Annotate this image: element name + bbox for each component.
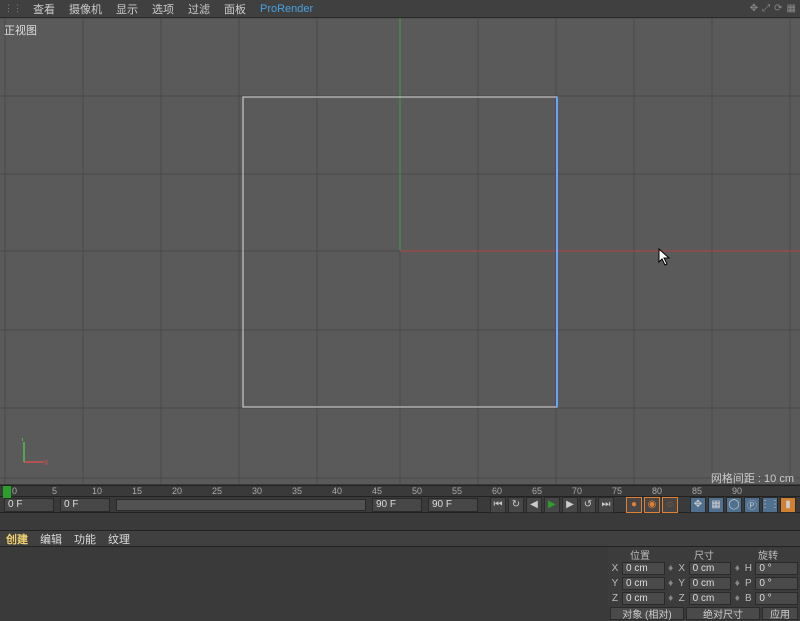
viewport[interactable] bbox=[0, 18, 800, 484]
timeline-track-row: 0 F 0 F 90 F 90 F ⏮ ↻ ◀ ▶ ▶ ↺ ⏭ ● ◉ ◌ ✥ … bbox=[0, 497, 800, 513]
object-manager-toolbar: 创建 编辑 功能 纹理 bbox=[0, 530, 800, 547]
menu-display[interactable]: 显示 bbox=[109, 1, 145, 17]
tick: 50 bbox=[412, 486, 422, 496]
rot-h-field[interactable]: 0 ° bbox=[755, 562, 798, 575]
mode-dropdown-1[interactable]: 对象 (相对) bbox=[610, 607, 684, 620]
mode-dropdown-2[interactable]: 绝对尺寸 bbox=[686, 607, 760, 620]
tick: 20 bbox=[172, 486, 182, 496]
viewport-nav-icons: ✥ ⤢ ⟳ ▦ bbox=[750, 3, 796, 14]
menu-view[interactable]: 查看 bbox=[26, 1, 62, 17]
mode-1-button[interactable]: ✥ bbox=[690, 497, 706, 513]
tick: 40 bbox=[332, 486, 342, 496]
tick: 25 bbox=[212, 486, 222, 496]
tick: 60 bbox=[492, 486, 502, 496]
menu-options[interactable]: 选项 bbox=[145, 1, 181, 17]
mode-6-button[interactable]: ▮ bbox=[780, 497, 796, 513]
viewport-label: 正视图 bbox=[4, 22, 37, 38]
tick: 0 bbox=[12, 486, 17, 496]
tab-create[interactable]: 创建 bbox=[6, 531, 28, 547]
range-start-field[interactable]: 0 F bbox=[60, 498, 110, 512]
menu-filter[interactable]: 过滤 bbox=[181, 1, 217, 17]
key-options-button[interactable]: ◌ bbox=[662, 497, 678, 513]
timeline-ruler[interactable]: 0 5 10 15 20 25 30 35 40 45 50 55 60 65 … bbox=[0, 485, 800, 497]
track-slot[interactable] bbox=[116, 499, 366, 511]
apply-button[interactable]: 应用 bbox=[762, 607, 798, 620]
rot-p-field[interactable]: 0 ° bbox=[755, 577, 798, 590]
autokey-button[interactable]: ◉ bbox=[644, 497, 660, 513]
header-rotation: 旋转 bbox=[736, 547, 800, 561]
tick: 65 bbox=[532, 486, 542, 496]
timeline: 0 5 10 15 20 25 30 35 40 45 50 55 60 65 … bbox=[0, 485, 800, 513]
step-back-button[interactable]: ◀ bbox=[526, 497, 542, 513]
mode-5-button[interactable]: ⋮⋮ bbox=[762, 497, 778, 513]
tick: 15 bbox=[132, 486, 142, 496]
pos-x-field[interactable]: 0 cm bbox=[622, 562, 665, 575]
tick: 30 bbox=[252, 486, 262, 496]
nav-zoom-icon[interactable]: ⤢ bbox=[762, 3, 770, 14]
current-frame-field[interactable]: 0 F bbox=[4, 498, 54, 512]
tick: 45 bbox=[372, 486, 382, 496]
mode-2-button[interactable]: ▦ bbox=[708, 497, 724, 513]
header-position: 位置 bbox=[608, 547, 672, 561]
tab-edit[interactable]: 编辑 bbox=[40, 531, 62, 547]
menu-prorender[interactable]: ProRender bbox=[253, 3, 320, 15]
coord-row-z: Z 0 cm ♦ Z 0 cm ♦ B 0 ° bbox=[608, 591, 800, 606]
menu-cameras[interactable]: 摄像机 bbox=[62, 1, 109, 17]
menu-panel[interactable]: 面板 bbox=[217, 1, 253, 17]
tab-texture[interactable]: 纹理 bbox=[108, 531, 130, 547]
coordinates-panel: 位置 尺寸 旋转 X 0 cm ♦ X 0 cm ♦ H 0 ° Y 0 cm … bbox=[608, 547, 800, 608]
mode-p-button[interactable]: Ⓟ bbox=[744, 497, 760, 513]
pos-z-field[interactable]: 0 cm bbox=[622, 592, 665, 605]
tick: 55 bbox=[452, 486, 462, 496]
play-button[interactable]: ▶ bbox=[544, 497, 560, 513]
grip-icon: ⋮⋮ bbox=[4, 3, 22, 14]
tick: 85 bbox=[692, 486, 702, 496]
nav-rotate-icon[interactable]: ⟳ bbox=[774, 3, 782, 14]
tick: 80 bbox=[652, 486, 662, 496]
goto-end-button[interactable]: ⏭ bbox=[598, 497, 614, 513]
step-fwd-button[interactable]: ▶ bbox=[562, 497, 578, 513]
size-y-field[interactable]: 0 cm bbox=[689, 577, 732, 590]
rot-b-field[interactable]: 0 ° bbox=[755, 592, 798, 605]
viewport-menubar: ⋮⋮ 查看 摄像机 显示 选项 过滤 面板 ProRender ✥ ⤢ ⟳ ▦ bbox=[0, 0, 800, 18]
loop-back-button[interactable]: ↻ bbox=[508, 497, 524, 513]
range-end-field[interactable]: 90 F bbox=[372, 498, 422, 512]
tab-function[interactable]: 功能 bbox=[74, 531, 96, 547]
pos-y-field[interactable]: 0 cm bbox=[622, 577, 665, 590]
coord-row-y: Y 0 cm ♦ Y 0 cm ♦ P 0 ° bbox=[608, 576, 800, 591]
nav-layout-icon[interactable]: ▦ bbox=[787, 3, 796, 14]
mode-3-button[interactable]: ◯ bbox=[726, 497, 742, 513]
tick: 35 bbox=[292, 486, 302, 496]
tick: 5 bbox=[52, 486, 57, 496]
tick: 10 bbox=[92, 486, 102, 496]
playhead[interactable] bbox=[3, 486, 11, 498]
nav-move-icon[interactable]: ✥ bbox=[750, 3, 758, 14]
size-x-field[interactable]: 0 cm bbox=[689, 562, 732, 575]
tick: 70 bbox=[572, 486, 582, 496]
tick: 90 bbox=[732, 486, 742, 496]
grid-spacing-label: 网格间距 : 10 cm bbox=[711, 470, 794, 486]
loop-fwd-button[interactable]: ↺ bbox=[580, 497, 596, 513]
total-frames-field[interactable]: 90 F bbox=[428, 498, 478, 512]
coord-row-x: X 0 cm ♦ X 0 cm ♦ H 0 ° bbox=[608, 561, 800, 576]
goto-start-button[interactable]: ⏮ bbox=[490, 497, 506, 513]
tick: 75 bbox=[612, 486, 622, 496]
header-size: 尺寸 bbox=[672, 547, 736, 561]
record-button[interactable]: ● bbox=[626, 497, 642, 513]
size-z-field[interactable]: 0 cm bbox=[689, 592, 732, 605]
